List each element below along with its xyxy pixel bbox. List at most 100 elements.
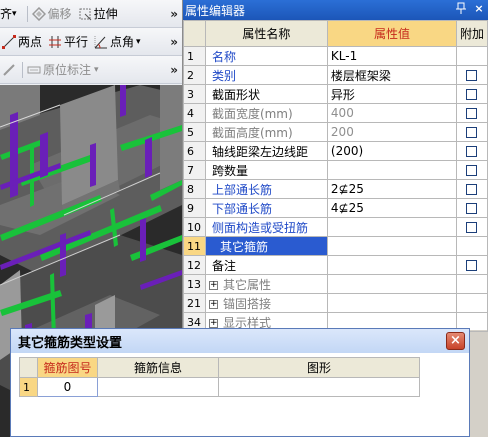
table-row[interactable]: 10 侧面构造或受扭筋 — [183, 217, 488, 237]
attach-checkbox[interactable] — [466, 222, 478, 233]
attach-cell — [455, 255, 488, 275]
property-value[interactable]: (200) — [326, 141, 457, 161]
align-button[interactable]: 齐 ▾ — [0, 5, 17, 22]
dropdown-arrow-icon[interactable]: ▾ — [136, 37, 141, 47]
two-point-button[interactable]: 两点 — [2, 33, 42, 50]
attach-checkbox[interactable] — [466, 184, 478, 195]
property-value[interactable] — [326, 160, 457, 180]
property-value — [326, 293, 457, 313]
property-value[interactable] — [326, 217, 457, 237]
property-value[interactable]: 4⊈25 — [326, 198, 457, 218]
attach-checkbox[interactable] — [466, 260, 478, 271]
table-row[interactable]: 6 轴线距梁左边线距 (200) — [183, 141, 488, 161]
property-name: 备注 — [204, 255, 328, 275]
table-row[interactable]: 12 备注 — [183, 255, 488, 275]
close-icon[interactable]: × — [472, 2, 486, 15]
table-row[interactable]: 8 上部通长筋 2⊈25 — [183, 179, 488, 199]
column-header-name[interactable]: 属性名称 — [204, 20, 328, 47]
point-angle-button[interactable]: 点角 ▾ — [94, 33, 141, 50]
attach-checkbox[interactable] — [466, 146, 478, 157]
property-value[interactable] — [326, 236, 457, 256]
property-value[interactable]: 异形 — [326, 84, 457, 104]
parallel-icon — [48, 35, 62, 49]
group-cell[interactable]: + 其它属性 — [204, 274, 328, 294]
column-header-attach[interactable]: 附加 — [455, 20, 488, 47]
table-row[interactable]: 13 + 其它属性 — [183, 274, 488, 294]
shape-cell[interactable] — [218, 377, 420, 397]
table-row[interactable]: 9 下部通长筋 4⊈25 — [183, 198, 488, 218]
table-row[interactable]: 1 0 — [19, 377, 420, 397]
table-row[interactable]: 7 跨数量 — [183, 160, 488, 180]
pin-icon[interactable] — [454, 2, 468, 17]
toolbar-overflow-button[interactable]: » — [170, 63, 178, 77]
expand-icon[interactable]: + — [208, 318, 218, 328]
attach-cell — [455, 179, 488, 199]
property-value[interactable]: 200 — [326, 122, 457, 142]
expand-icon[interactable]: + — [208, 299, 218, 309]
stirrup-type-dialog: 其它箍筋类型设置 × 箍筋图号 箍筋信息 图形 1 0 — [10, 328, 470, 437]
property-value[interactable]: KL-1 — [326, 46, 457, 66]
dialog-close-button[interactable]: × — [446, 332, 465, 350]
table-row[interactable]: 5 截面高度(mm) 200 — [183, 122, 488, 142]
toolbar-overflow-button[interactable]: » — [170, 35, 178, 49]
figure-no-cell[interactable]: 0 — [37, 377, 98, 397]
dialog-titlebar[interactable]: 其它箍筋类型设置 × — [11, 329, 469, 353]
group-name: 锚固搭接 — [222, 296, 271, 311]
table-row[interactable]: 21 + 锚固搭接 — [183, 293, 488, 313]
row-number: 1 — [19, 377, 38, 397]
row-number: 12 — [183, 255, 206, 275]
in-place-annotation-label: 原位标注 — [43, 63, 92, 77]
row-number: 2 — [183, 65, 206, 85]
property-value[interactable]: 400 — [326, 103, 457, 123]
group-cell[interactable]: + 锚固搭接 — [204, 293, 328, 313]
parallel-label: 平行 — [64, 35, 89, 49]
attach-checkbox[interactable] — [466, 127, 478, 138]
column-header-stirrup-info[interactable]: 箍筋信息 — [97, 357, 219, 378]
separator — [26, 5, 28, 22]
attach-checkbox[interactable] — [466, 89, 478, 100]
property-name: 截面宽度(mm) — [204, 103, 328, 123]
attach-cell — [455, 198, 488, 218]
column-header-value[interactable]: 属性值 — [326, 20, 457, 47]
property-grid-header: 属性名称 属性值 附加 — [183, 20, 488, 47]
attach-cell — [455, 160, 488, 180]
group-name: 其它属性 — [222, 277, 271, 292]
column-header-shape[interactable]: 图形 — [218, 357, 420, 378]
property-name: 侧面构造或受扭筋 — [204, 217, 328, 237]
property-grid: 属性名称 属性值 附加 1 名称 KL-1 2 类别 楼层框架梁 3 截面形状 … — [183, 20, 488, 332]
attach-cell — [455, 65, 488, 85]
row-number: 7 — [183, 160, 206, 180]
offset-label: 偏移 — [47, 7, 72, 21]
stretch-button[interactable]: 拉伸 — [78, 5, 118, 22]
attach-checkbox[interactable] — [466, 70, 478, 81]
table-row[interactable]: 2 类别 楼层框架梁 — [183, 65, 488, 85]
toolbar-overflow-button[interactable]: » — [170, 7, 178, 21]
attach-checkbox[interactable] — [466, 108, 478, 119]
table-row-selected[interactable]: 11 其它箍筋 — [183, 236, 488, 256]
parallel-button[interactable]: 平行 — [48, 33, 88, 50]
expand-icon[interactable]: + — [208, 280, 218, 290]
attach-checkbox[interactable] — [466, 203, 478, 214]
align-label: 齐 — [0, 7, 13, 21]
table-row[interactable]: 4 截面宽度(mm) 400 — [183, 103, 488, 123]
toolbar-row-modify: 齐 ▾ 偏移 拉伸 » — [0, 0, 182, 28]
property-value[interactable]: 楼层框架梁 — [326, 65, 457, 85]
property-value[interactable]: 2⊈25 — [326, 179, 457, 199]
attach-cell — [455, 103, 488, 123]
property-value[interactable] — [326, 255, 457, 275]
stretch-icon — [78, 7, 92, 21]
property-name: 类别 — [204, 65, 328, 85]
attach-checkbox[interactable] — [466, 165, 478, 176]
attach-cell — [455, 46, 488, 66]
table-row[interactable]: 3 截面形状 异形 — [183, 84, 488, 104]
attach-cell — [455, 122, 488, 142]
column-header-figure-no[interactable]: 箍筋图号 — [37, 357, 98, 378]
dropdown-arrow-icon: ▾ — [12, 8, 17, 19]
table-row[interactable]: 1 名称 KL-1 — [183, 46, 488, 66]
in-place-annotation-button[interactable]: 原位标注 ▾ — [27, 61, 99, 78]
row-number: 9 — [183, 198, 206, 218]
stirrup-info-cell[interactable] — [97, 377, 219, 397]
stirrup-grid: 箍筋图号 箍筋信息 图形 1 0 — [19, 357, 420, 397]
offset-button[interactable]: 偏移 — [31, 5, 72, 22]
property-editor-titlebar[interactable]: 属性编辑器 × — [183, 0, 488, 20]
